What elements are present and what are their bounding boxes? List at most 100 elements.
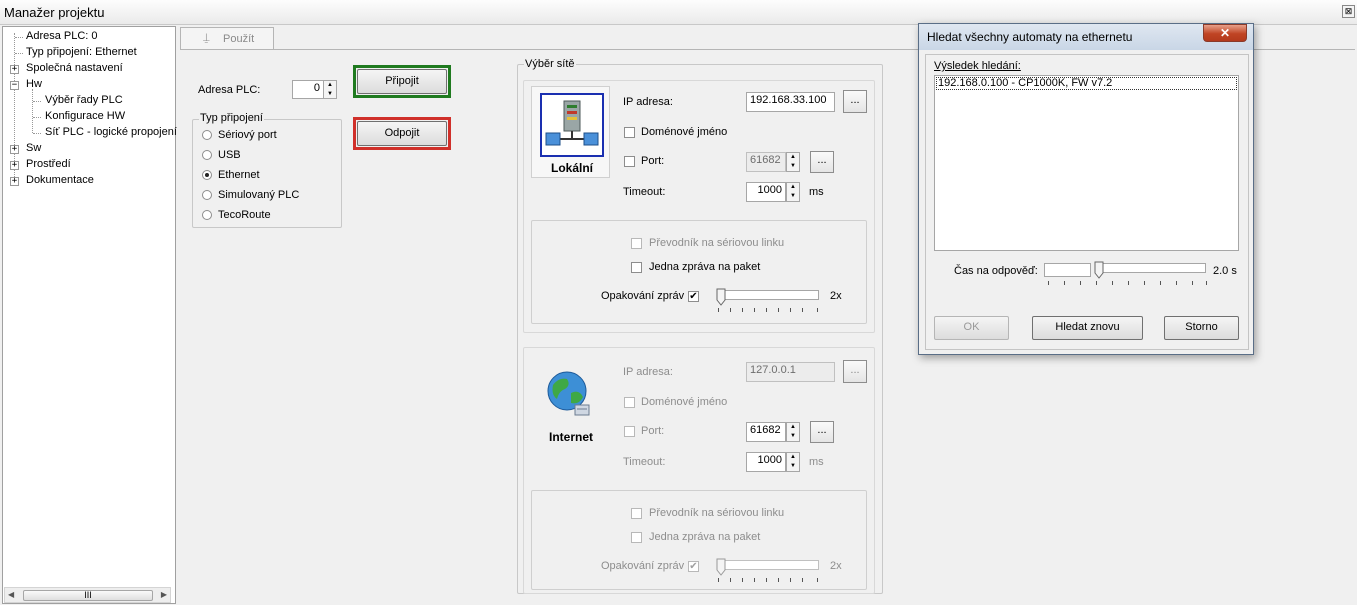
tree-item-sw[interactable]: Sw xyxy=(26,142,41,154)
radio-usb-label[interactable]: USB xyxy=(218,149,241,161)
apply-button[interactable]: ⍊ Použít xyxy=(180,27,274,50)
scroll-right-icon[interactable]: ▶ xyxy=(161,590,167,599)
tree-item-documentation[interactable]: Dokumentace xyxy=(26,174,94,186)
internet-domain-label[interactable]: Doménové jméno xyxy=(641,396,727,408)
radio-serial-label[interactable]: Sériový port xyxy=(218,129,277,141)
local-serial-converter-checkbox[interactable] xyxy=(631,238,642,249)
internet-ip-input[interactable]: 127.0.0.1 xyxy=(746,362,835,382)
network-selection-label: Výběr sítě xyxy=(524,58,576,70)
local-domain-label[interactable]: Doménové jméno xyxy=(641,126,727,138)
local-serial-converter-label[interactable]: Převodník na sériovou linku xyxy=(649,237,784,249)
tree-item-hw-config[interactable]: Konfigurace HW xyxy=(45,110,125,122)
local-repeat-slider[interactable] xyxy=(720,290,819,300)
spin-down-icon[interactable]: ▼ xyxy=(787,462,799,471)
result-list[interactable]: 192.168.0.100 - CP1000K, FW v7.2 xyxy=(934,75,1239,251)
tree-connector xyxy=(33,101,41,102)
local-ip-browse-button[interactable]: ... xyxy=(843,90,867,113)
internet-ip-browse-button[interactable]: ... xyxy=(843,360,867,383)
tree-item-hw[interactable]: Hw xyxy=(26,78,42,90)
internet-port-spinner[interactable]: ▲ ▼ xyxy=(786,422,800,442)
local-port-browse-button[interactable]: ... xyxy=(810,151,834,173)
local-port-input[interactable]: 61682 xyxy=(746,152,786,172)
tree-horizontal-scrollbar[interactable]: ◀ III ▶ xyxy=(4,587,171,603)
window-close-icon[interactable]: ⊠ xyxy=(1342,5,1355,18)
radio-tecoroute-label[interactable]: TecoRoute xyxy=(218,209,271,221)
radio-serial[interactable] xyxy=(202,130,212,140)
result-list-item[interactable]: 192.168.0.100 - CP1000K, FW v7.2 xyxy=(936,77,1237,90)
spin-down-icon[interactable]: ▼ xyxy=(787,192,799,201)
local-domain-checkbox[interactable] xyxy=(624,127,635,138)
internet-globe-icon[interactable] xyxy=(545,369,595,419)
internet-repeat-slider-thumb[interactable] xyxy=(716,558,726,576)
plc-address-input[interactable]: 0 xyxy=(292,80,324,99)
local-timeout-input[interactable]: 1000 xyxy=(746,182,786,202)
internet-timeout-unit: ms xyxy=(809,456,824,468)
local-port-checkbox[interactable] xyxy=(624,156,635,167)
local-port-label[interactable]: Port: xyxy=(641,155,664,167)
spin-up-icon[interactable]: ▲ xyxy=(787,423,799,432)
local-repeat-checkbox[interactable]: ✔ xyxy=(688,291,699,302)
spin-down-icon[interactable]: ▼ xyxy=(787,162,799,171)
tree-item-plc-network[interactable]: Síť PLC - logické propojení xyxy=(45,126,177,138)
tree-item-common-settings[interactable]: Společná nastavení xyxy=(26,62,123,74)
connect-button[interactable]: Připojit xyxy=(357,69,447,94)
response-time-slider[interactable] xyxy=(1097,263,1206,273)
search-dialog: Hledat všechny automaty na ethernetu ✕ V… xyxy=(918,23,1254,355)
response-time-slider-thumb[interactable] xyxy=(1094,261,1104,279)
internet-domain-checkbox[interactable] xyxy=(624,397,635,408)
spin-up-icon[interactable]: ▲ xyxy=(787,183,799,192)
internet-repeat-checkbox[interactable]: ✔ xyxy=(688,561,699,572)
spin-down-icon[interactable]: ▼ xyxy=(324,90,336,99)
dialog-cancel-button[interactable]: Storno xyxy=(1164,316,1239,340)
local-caption: Lokální xyxy=(551,161,594,175)
spin-up-icon[interactable]: ▲ xyxy=(787,453,799,462)
local-one-message-label[interactable]: Jedna zpráva na paket xyxy=(649,261,760,273)
local-network-icon[interactable] xyxy=(540,93,604,157)
internet-port-label[interactable]: Port: xyxy=(641,425,664,437)
tree-item-plc-series[interactable]: Výběr řady PLC xyxy=(45,94,123,106)
radio-ethernet[interactable] xyxy=(202,170,212,180)
local-repeat-value: 2x xyxy=(830,290,842,302)
scroll-left-icon[interactable]: ◀ xyxy=(8,590,14,599)
search-again-button[interactable]: Hledat znovu xyxy=(1032,316,1143,340)
dialog-close-icon[interactable]: ✕ xyxy=(1203,24,1247,42)
internet-serial-converter-checkbox[interactable] xyxy=(631,508,642,519)
radio-ethernet-label[interactable]: Ethernet xyxy=(218,169,260,181)
radio-usb[interactable] xyxy=(202,150,212,160)
local-repeat-slider-thumb[interactable] xyxy=(716,288,726,306)
internet-port-input[interactable]: 61682 xyxy=(746,422,786,442)
internet-repeat-slider[interactable] xyxy=(720,560,819,570)
internet-port-browse-button[interactable]: ... xyxy=(810,421,834,443)
tree-item-environment[interactable]: Prostředí xyxy=(26,158,71,170)
collapse-icon[interactable]: − xyxy=(10,81,19,90)
internet-timeout-input[interactable]: 1000 xyxy=(746,452,786,472)
internet-one-message-label[interactable]: Jedna zpráva na paket xyxy=(649,531,760,543)
internet-timeout-label: Timeout: xyxy=(623,456,666,468)
local-repeat-label: Opakování zpráv xyxy=(601,290,685,302)
tree-item-plc-address[interactable]: Adresa PLC: 0 xyxy=(26,30,98,42)
local-one-message-checkbox[interactable] xyxy=(631,262,642,273)
spin-down-icon[interactable]: ▼ xyxy=(787,432,799,441)
spin-up-icon[interactable]: ▲ xyxy=(324,81,336,90)
local-timeout-spinner[interactable]: ▲ ▼ xyxy=(786,182,800,202)
internet-port-checkbox[interactable] xyxy=(624,426,635,437)
plc-address-spinner[interactable]: ▲ ▼ xyxy=(323,80,337,99)
expand-icon[interactable]: + xyxy=(10,145,19,154)
internet-timeout-spinner[interactable]: ▲ ▼ xyxy=(786,452,800,472)
disconnect-button[interactable]: Odpojit xyxy=(357,121,447,146)
dialog-ok-button[interactable]: OK xyxy=(934,316,1009,340)
radio-tecoroute[interactable] xyxy=(202,210,212,220)
local-port-spinner[interactable]: ▲ ▼ xyxy=(786,152,800,172)
project-tree[interactable]: Adresa PLC: 0 Typ připojení: Ethernet + … xyxy=(2,26,177,604)
scrollbar-thumb[interactable]: III xyxy=(23,590,153,601)
expand-icon[interactable]: + xyxy=(10,65,19,74)
expand-icon[interactable]: + xyxy=(10,161,19,170)
local-ip-input[interactable]: 192.168.33.100 xyxy=(746,92,835,112)
internet-one-message-checkbox[interactable] xyxy=(631,532,642,543)
internet-serial-converter-label[interactable]: Převodník na sériovou linku xyxy=(649,507,784,519)
radio-simulated-label[interactable]: Simulovaný PLC xyxy=(218,189,299,201)
tree-item-connection-type[interactable]: Typ připojení: Ethernet xyxy=(26,46,137,58)
radio-simulated[interactable] xyxy=(202,190,212,200)
spin-up-icon[interactable]: ▲ xyxy=(787,153,799,162)
expand-icon[interactable]: + xyxy=(10,177,19,186)
